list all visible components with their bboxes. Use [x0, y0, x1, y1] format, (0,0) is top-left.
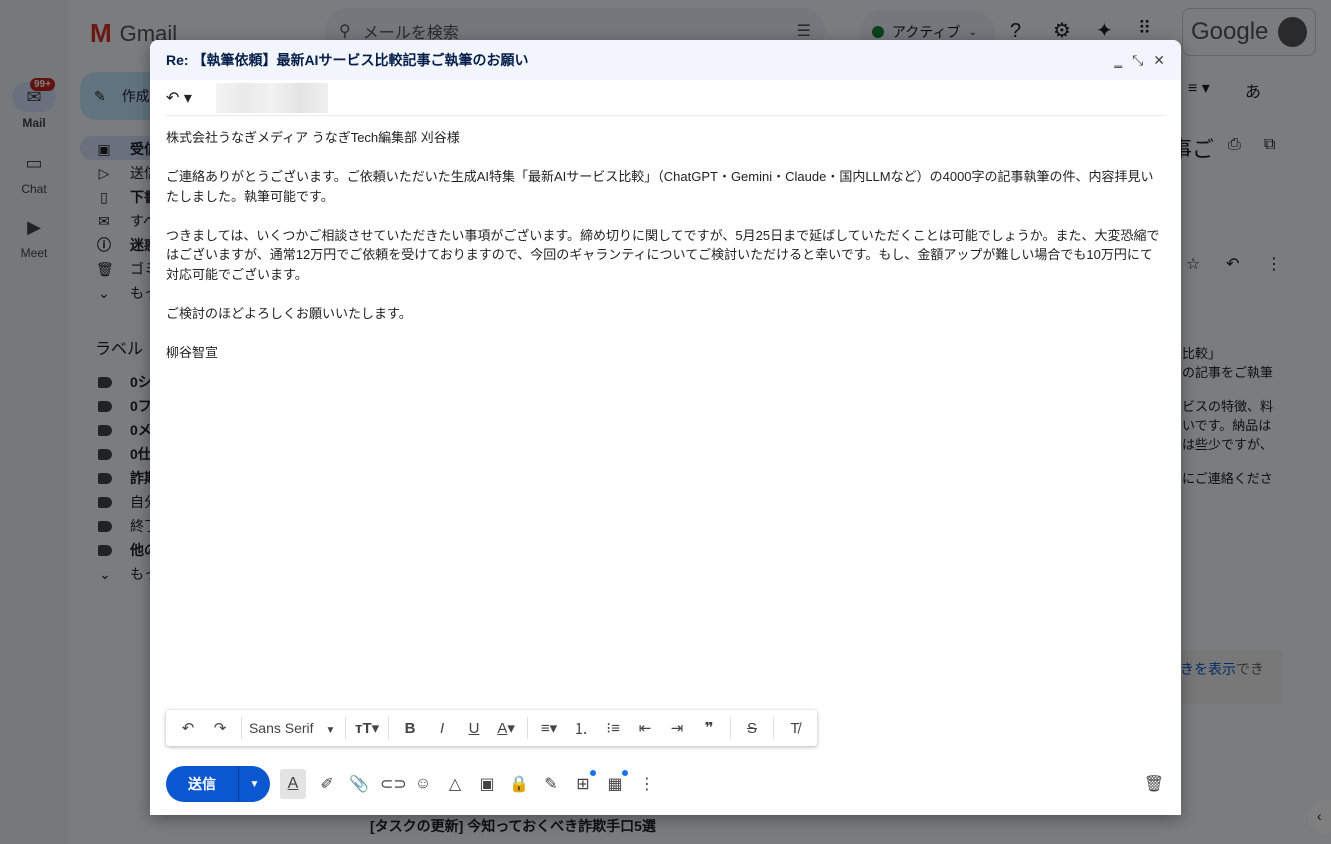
reply-type-icon[interactable]: ↶ ▾ [166, 88, 192, 108]
send-button[interactable]: 送信 [166, 766, 238, 802]
attach-icon[interactable]: 📎 [348, 774, 370, 794]
compose-window: Re: 【執筆依頼】最新AIサービス比較記事ご執筆のお願い ‗ ⤡ ✕ ↶ ▾ … [150, 40, 1181, 815]
layouts-icon[interactable]: ⊞ [572, 770, 596, 794]
message-body[interactable]: 株式会社うなぎメディア うなぎTech編集部 刈谷様 ご連絡ありがとうございます… [150, 116, 1181, 394]
compose-title: Re: 【執筆依頼】最新AIサービス比較記事ご執筆のお願い [166, 52, 529, 68]
schedule-icon[interactable]: ▦ [604, 770, 628, 794]
font-select[interactable]: Sans Serif ▼ [249, 720, 338, 736]
link-icon[interactable]: ⊂⊃ [380, 774, 407, 794]
underline-icon[interactable]: U [460, 720, 488, 737]
compose-header: Re: 【執筆依頼】最新AIサービス比較記事ご執筆のお願い ‗ ⤡ ✕ [150, 40, 1181, 80]
help-me-write-icon[interactable]: ✐ [316, 774, 338, 794]
discard-draft-icon[interactable]: 🗑 [1143, 774, 1165, 794]
photo-icon[interactable]: ▣ [476, 774, 498, 794]
strikethrough-icon[interactable]: S [738, 720, 766, 737]
close-icon[interactable]: ✕ [1153, 52, 1165, 69]
send-button-group: 送信 ▼ [166, 766, 270, 802]
compose-actions: 送信 ▼ A ✐ 📎 ⊂⊃ ☺ △ ▣ 🔒 ✎ ⊞ ▦ ⋮ 🗑 [166, 766, 1165, 802]
more-options-icon[interactable]: ⋮ [636, 774, 658, 794]
recipient-row: ↶ ▾ [166, 80, 1165, 116]
emoji-icon[interactable]: ☺ [412, 775, 434, 793]
formatting-toolbar: ↶ ↷ Sans Serif ▼ тT▾ B I U A▾ ≡▾ ⒈ ⁝≡ ⇤ … [166, 710, 817, 746]
send-options-icon[interactable]: ▼ [238, 766, 270, 802]
quote-icon[interactable]: ❞ [695, 719, 723, 737]
remove-formatting-icon[interactable]: T̸ [781, 720, 809, 737]
drive-icon[interactable]: △ [444, 774, 466, 794]
exit-fullscreen-icon[interactable]: ⤡ [1132, 52, 1143, 69]
indent-more-icon[interactable]: ⇥ [663, 719, 691, 737]
indent-less-icon[interactable]: ⇤ [631, 719, 659, 737]
undo-icon[interactable]: ↶ [174, 719, 202, 737]
text-color-icon[interactable]: A▾ [492, 719, 520, 737]
recipient-redacted[interactable] [215, 82, 328, 113]
formatting-options-icon[interactable]: A [280, 769, 306, 799]
align-icon[interactable]: ≡▾ [535, 719, 563, 737]
minimize-icon[interactable]: ‗ [1114, 52, 1122, 69]
signature-icon[interactable]: ✎ [540, 774, 562, 794]
bold-icon[interactable]: B [396, 720, 424, 737]
bulleted-list-icon[interactable]: ⁝≡ [599, 719, 627, 737]
confidential-mode-icon[interactable]: 🔒 [508, 774, 530, 794]
font-size-icon[interactable]: тT▾ [353, 719, 381, 737]
numbered-list-icon[interactable]: ⒈ [567, 718, 595, 739]
italic-icon[interactable]: I [428, 720, 456, 737]
redo-icon[interactable]: ↷ [206, 719, 234, 737]
